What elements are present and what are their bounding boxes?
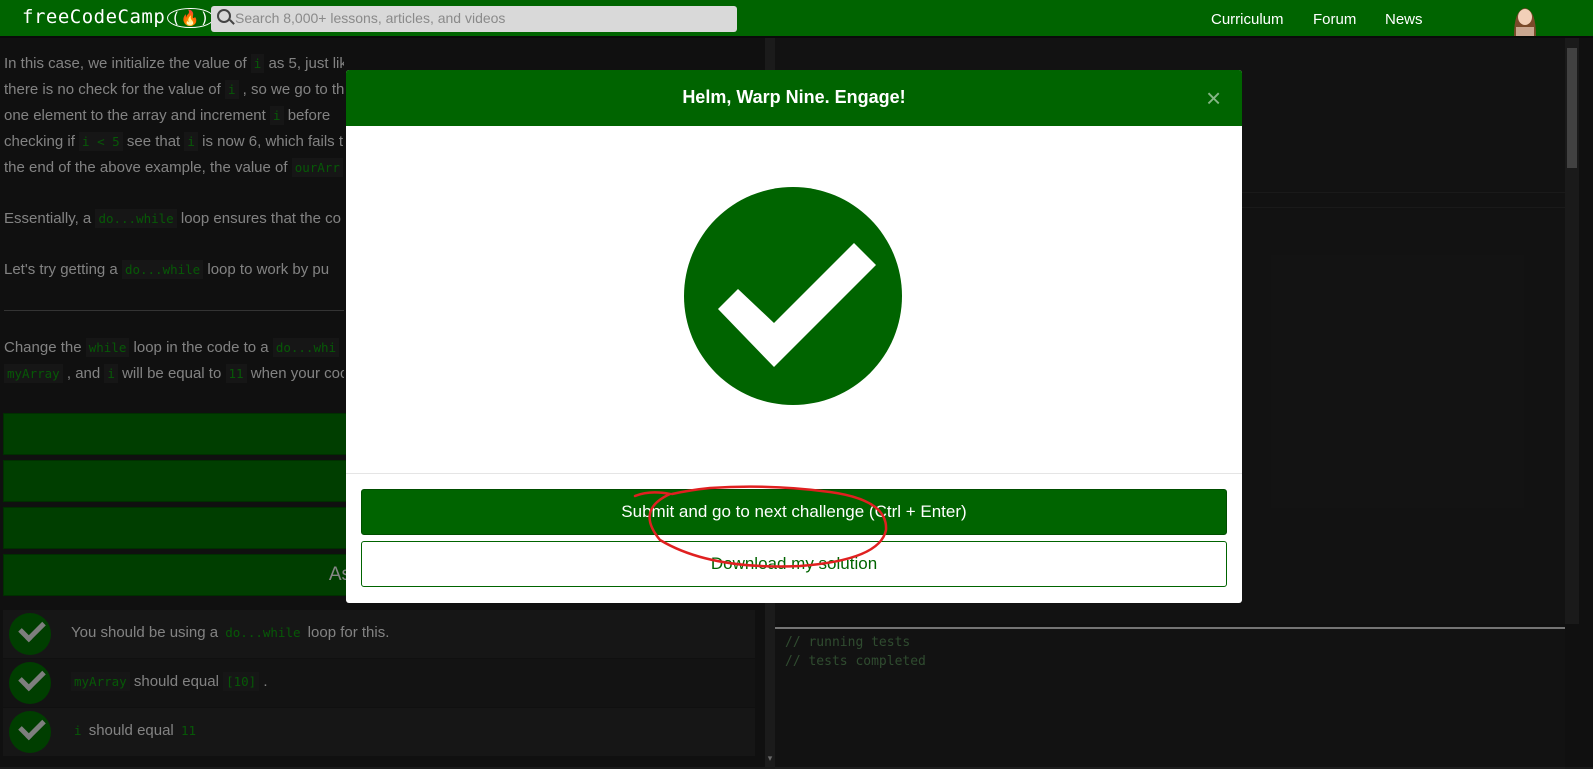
modal-divider: [346, 473, 1242, 474]
logo-text: freeCodeCamp: [22, 6, 166, 28]
close-icon[interactable]: ×: [1206, 83, 1221, 114]
search-placeholder: Search 8,000+ lessons, articles, and vid…: [235, 10, 506, 26]
avatar[interactable]: [1508, 2, 1542, 36]
nav-link-news[interactable]: News: [1385, 11, 1423, 28]
modal-header: Helm, Warp Nine. Engage! ×: [346, 70, 1242, 126]
success-check-icon: [684, 187, 902, 405]
submit-next-challenge-button[interactable]: Submit and go to next challenge (Ctrl + …: [361, 489, 1227, 535]
download-solution-button[interactable]: Download my solution: [361, 541, 1227, 587]
modal-title: Helm, Warp Nine. Engage!: [682, 87, 906, 107]
flame-icon: (🔥): [167, 8, 214, 28]
completion-modal: Helm, Warp Nine. Engage! × Submit and go…: [346, 70, 1242, 603]
top-nav: freeCodeCamp (🔥) Search 8,000+ lessons, a…: [0, 0, 1593, 38]
search-icon: [217, 9, 231, 23]
nav-link-curriculum[interactable]: Curriculum: [1211, 11, 1284, 28]
fcc-logo[interactable]: freeCodeCamp (🔥): [22, 6, 214, 28]
search-input[interactable]: Search 8,000+ lessons, articles, and vid…: [211, 6, 737, 32]
nav-link-forum[interactable]: Forum: [1313, 11, 1356, 28]
modal-backdrop[interactable]: Helm, Warp Nine. Engage! × Submit and go…: [0, 38, 1593, 767]
